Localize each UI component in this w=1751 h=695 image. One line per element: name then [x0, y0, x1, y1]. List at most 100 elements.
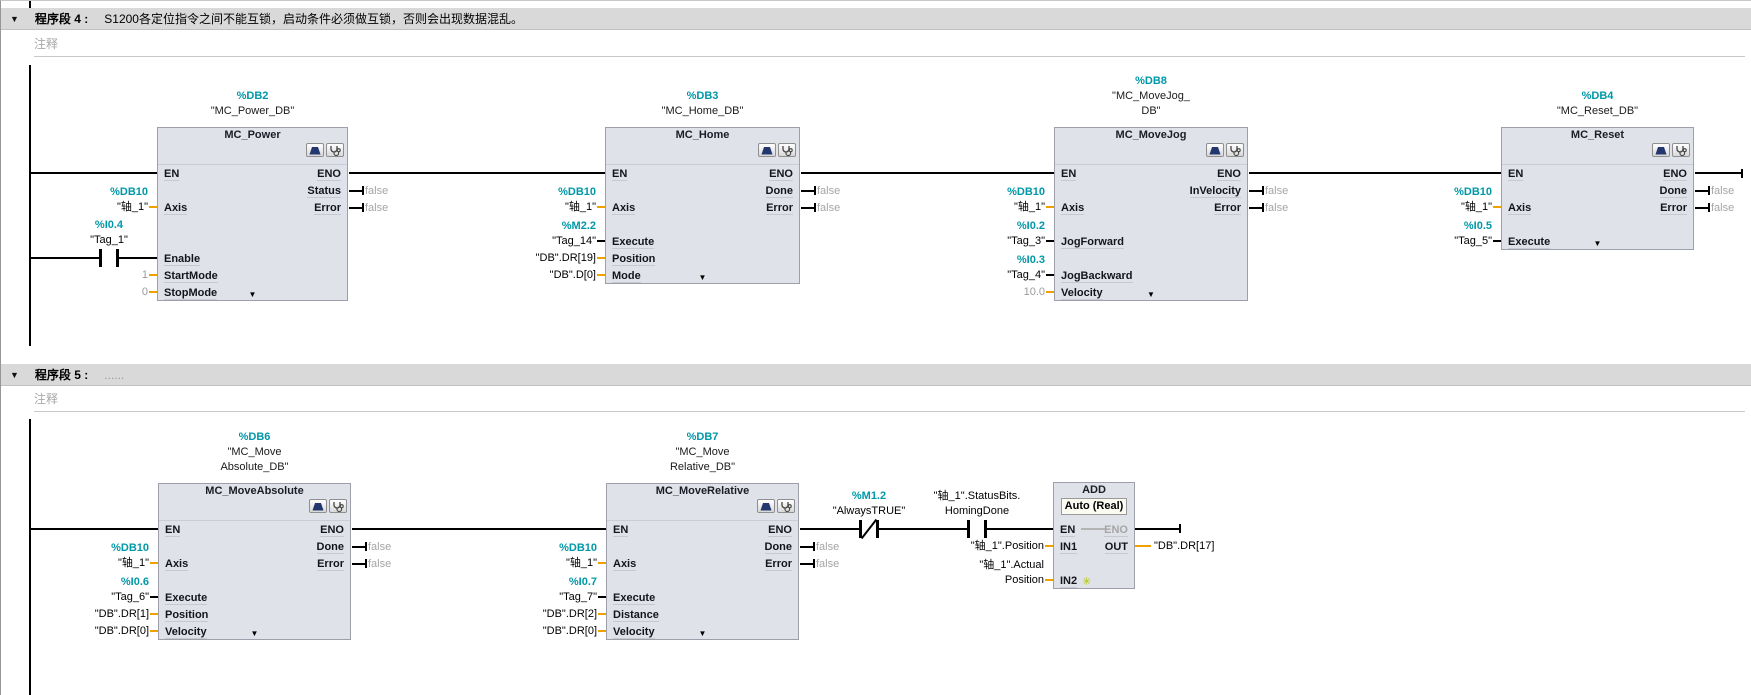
- monitor-icon[interactable]: [326, 143, 344, 157]
- expand-arrow-icon[interactable]: ▼: [251, 629, 259, 638]
- network-title[interactable]: 程序段 5 :: [35, 366, 88, 383]
- pin-execute[interactable]: Execute: [613, 592, 655, 605]
- monitor-icon[interactable]: [778, 143, 796, 157]
- pin-en[interactable]: EN: [612, 168, 627, 181]
- db-instance-mc-reset[interactable]: %DB4 "MC_Reset_DB": [1501, 89, 1694, 119]
- pin-en[interactable]: EN: [613, 524, 628, 537]
- block-title[interactable]: MC_Home: [606, 128, 799, 142]
- operand-position[interactable]: "DB".DR[1]: [29, 607, 149, 622]
- pin-position[interactable]: Position: [612, 253, 655, 266]
- network-description[interactable]: ......: [104, 368, 124, 382]
- open-block-icon[interactable]: [1206, 143, 1224, 157]
- monitor-icon[interactable]: [1226, 143, 1244, 157]
- network-title[interactable]: 程序段 4 :: [35, 10, 88, 27]
- pin-done[interactable]: Done: [1660, 185, 1688, 198]
- pin-en[interactable]: EN: [165, 524, 180, 537]
- db-instance-mc-power[interactable]: %DB2 "MC_Power_DB": [157, 89, 348, 119]
- pin-en[interactable]: EN: [1060, 524, 1075, 537]
- network-header-4[interactable]: ▼ 程序段 4 : S1200各定位指令之间不能互锁，启动条件必须做互锁，否则会…: [1, 8, 1751, 30]
- operand-execute[interactable]: %M2.2 "Tag_14": [476, 219, 596, 249]
- operand-tag1[interactable]: %I0.4 "Tag_1": [59, 218, 159, 248]
- pin-startmode[interactable]: StartMode: [164, 270, 218, 283]
- pin-en[interactable]: EN: [1061, 168, 1076, 181]
- operand-distance[interactable]: "DB".DR[2]: [477, 607, 597, 622]
- pin-in1[interactable]: IN1: [1060, 541, 1077, 554]
- pin-status[interactable]: Status: [307, 185, 341, 198]
- operand-jogforward[interactable]: %I0.2 "Tag_3": [925, 219, 1045, 249]
- operand-execute[interactable]: %I0.7 "Tag_7": [477, 575, 597, 605]
- pin-eno[interactable]: ENO: [768, 524, 792, 537]
- operand-velocity[interactable]: "DB".DR[0]: [477, 624, 597, 639]
- pin-velocity[interactable]: Velocity: [165, 626, 207, 639]
- pin-execute[interactable]: Execute: [1508, 236, 1550, 249]
- monitor-icon[interactable]: [1672, 143, 1690, 157]
- operand-stopmode[interactable]: 0: [28, 285, 148, 300]
- pin-error[interactable]: Error: [1214, 202, 1241, 215]
- operand-in1[interactable]: "轴_1".Position: [924, 539, 1044, 554]
- expand-arrow-icon[interactable]: ▼: [249, 290, 257, 299]
- no-contact-tag1[interactable]: [99, 249, 119, 267]
- pin-position[interactable]: Position: [165, 609, 208, 622]
- pin-axis[interactable]: Axis: [1508, 202, 1531, 215]
- operand-axis[interactable]: %DB10 "轴_1": [477, 541, 597, 571]
- pin-velocity[interactable]: Velocity: [613, 626, 655, 639]
- pin-error[interactable]: Error: [765, 558, 792, 571]
- pin-execute[interactable]: Execute: [612, 236, 654, 249]
- fb-add[interactable]: ADD Auto (Real) ENENO IN1OUT IN2✳: [1053, 482, 1135, 589]
- pin-en[interactable]: EN: [1508, 168, 1523, 181]
- no-contact-homingdone[interactable]: [967, 520, 987, 538]
- open-block-icon[interactable]: [757, 499, 775, 513]
- pin-out[interactable]: OUT: [1105, 541, 1128, 554]
- pin-axis[interactable]: Axis: [612, 202, 635, 215]
- expand-arrow-icon[interactable]: ▼: [1147, 290, 1155, 299]
- pin-done[interactable]: Done: [765, 541, 793, 554]
- operand-jogbackward[interactable]: %I0.3 "Tag_4": [925, 253, 1045, 283]
- pin-error[interactable]: Error: [314, 202, 341, 215]
- pin-velocity[interactable]: Velocity: [1061, 287, 1103, 300]
- operand-execute[interactable]: %I0.5 "Tag_5": [1372, 219, 1492, 249]
- pin-axis[interactable]: Axis: [164, 202, 187, 215]
- pin-eno[interactable]: ENO: [1217, 168, 1241, 181]
- db-instance-mc-home[interactable]: %DB3 "MC_Home_DB": [605, 89, 800, 119]
- pin-en[interactable]: EN: [164, 168, 179, 181]
- fb-mc-movejog[interactable]: MC_MoveJog ENENO InVelocity AxisError Jo…: [1054, 127, 1248, 301]
- operand-execute[interactable]: %I0.6 "Tag_6": [29, 575, 149, 605]
- pin-mode[interactable]: Mode: [612, 270, 641, 283]
- expand-arrow-icon[interactable]: ▼: [699, 629, 707, 638]
- block-title[interactable]: MC_MoveJog: [1055, 128, 1247, 142]
- pin-done[interactable]: Done: [766, 185, 794, 198]
- collapse-arrow-icon[interactable]: ▼: [10, 14, 19, 24]
- db-instance-mc-moveabsolute[interactable]: %DB6 "MC_Move Absolute_DB": [158, 430, 351, 475]
- operand-axis[interactable]: %DB10 "轴_1": [476, 185, 596, 215]
- open-block-icon[interactable]: [309, 499, 327, 513]
- monitor-icon[interactable]: [777, 499, 795, 513]
- operand-startmode[interactable]: 1: [28, 268, 148, 283]
- network-header-5[interactable]: ▼ 程序段 5 : ......: [1, 364, 1751, 386]
- pin-execute[interactable]: Execute: [165, 592, 207, 605]
- db-instance-mc-moverelative[interactable]: %DB7 "MC_Move Relative_DB": [606, 430, 799, 475]
- operand-position[interactable]: "DB".DR[19]: [476, 251, 596, 266]
- pin-axis[interactable]: Axis: [1061, 202, 1084, 215]
- fb-mc-moverelative[interactable]: MC_MoveRelative ENENO Done AxisError Exe…: [606, 483, 799, 640]
- fb-mc-moveabsolute[interactable]: MC_MoveAbsolute ENENO Done AxisError Exe…: [158, 483, 351, 640]
- operand-homingdone[interactable]: "轴_1".StatusBits. HomingDone: [907, 489, 1047, 519]
- operand-in2[interactable]: "轴_1".Actual Position: [924, 558, 1044, 588]
- pin-done[interactable]: Done: [317, 541, 345, 554]
- pin-eno[interactable]: ENO: [1104, 524, 1128, 537]
- pin-error[interactable]: Error: [317, 558, 344, 571]
- block-title[interactable]: MC_MoveAbsolute: [159, 484, 350, 498]
- operand-mode[interactable]: "DB".D[0]: [476, 268, 596, 283]
- pin-eno[interactable]: ENO: [769, 168, 793, 181]
- db-instance-mc-movejog[interactable]: %DB8 "MC_MoveJog_ DB": [1054, 74, 1248, 119]
- open-block-icon[interactable]: [306, 143, 324, 157]
- pin-error[interactable]: Error: [1660, 202, 1687, 215]
- expand-arrow-icon[interactable]: ▼: [1594, 239, 1602, 248]
- block-title[interactable]: ADD: [1054, 483, 1134, 497]
- pin-enable[interactable]: Enable: [164, 253, 200, 266]
- nc-contact-alwaystrue[interactable]: [859, 520, 879, 538]
- pin-error[interactable]: Error: [766, 202, 793, 215]
- block-title[interactable]: MC_Reset: [1502, 128, 1693, 142]
- open-block-icon[interactable]: [758, 143, 776, 157]
- collapse-arrow-icon[interactable]: ▼: [10, 370, 19, 380]
- pin-eno[interactable]: ENO: [1663, 168, 1687, 181]
